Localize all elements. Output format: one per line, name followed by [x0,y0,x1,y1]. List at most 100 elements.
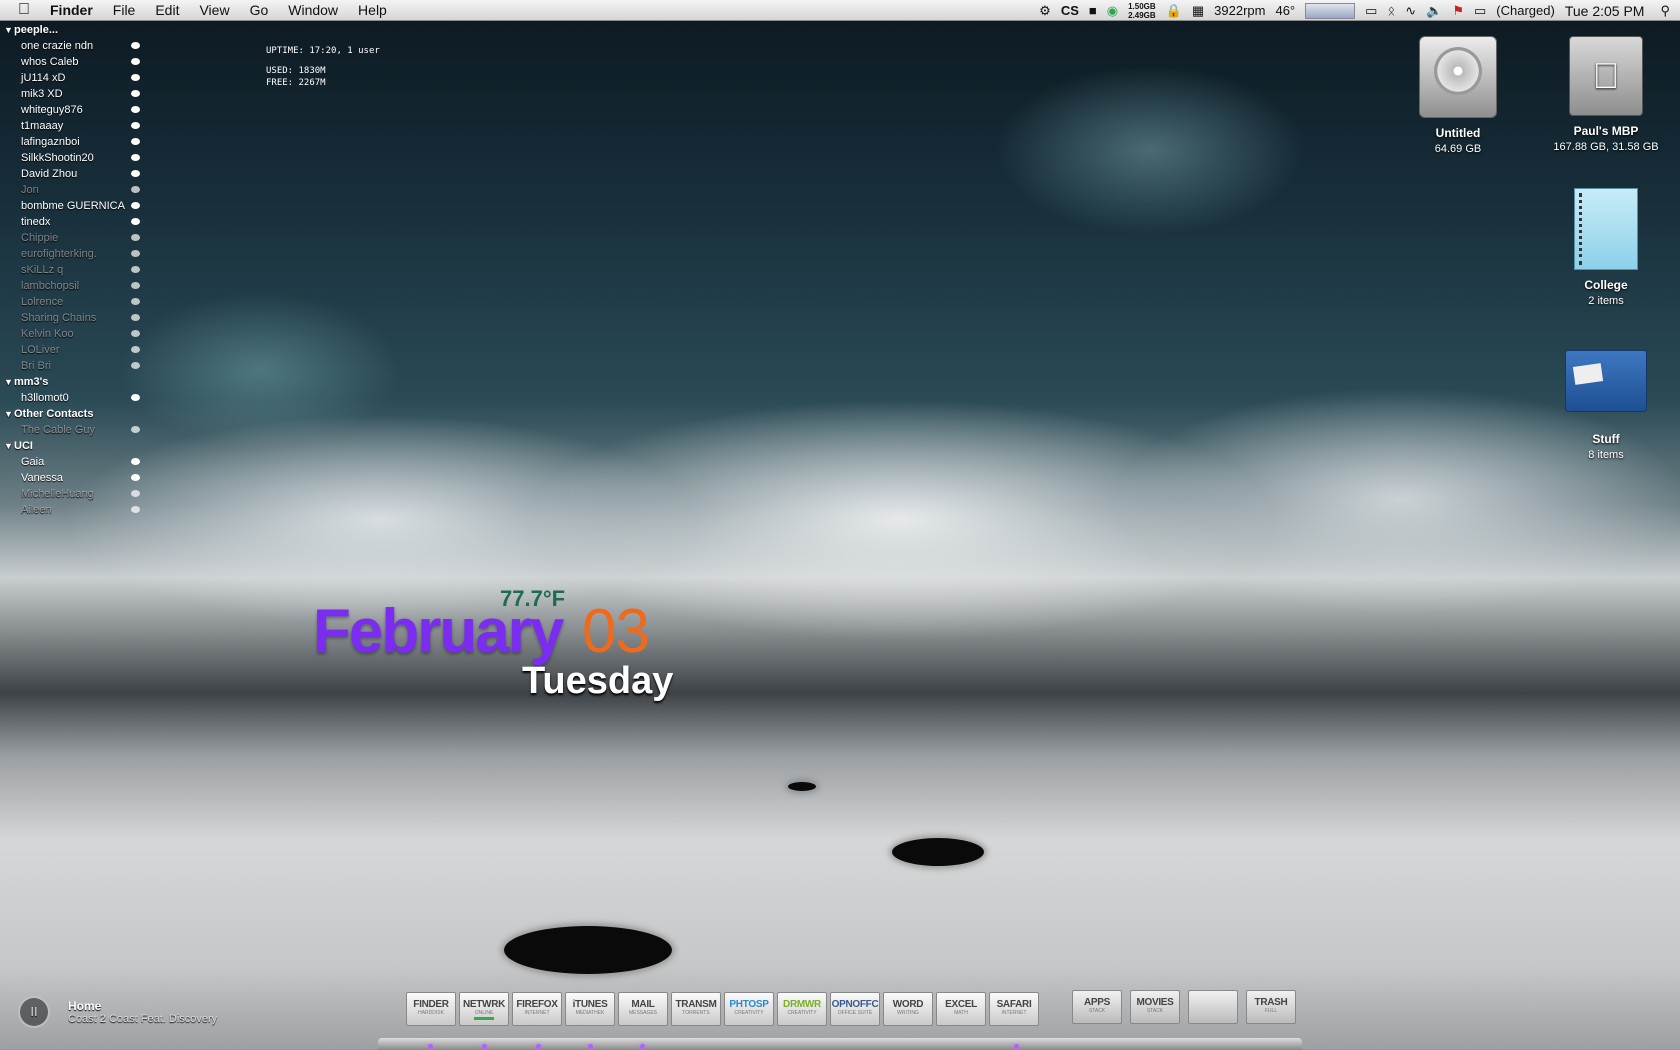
dock-item[interactable]: FINDER HARDDISK [406,992,456,1026]
disclosure-triangle-icon[interactable]: ▼ [4,374,14,390]
buddy-item[interactable]: h3llomot0 [4,390,140,406]
dock-item[interactable]: TRANSM TORRENTS [671,992,721,1026]
cpu-graph[interactable] [1305,2,1356,19]
flag-icon[interactable]: ⚑ [1452,3,1464,19]
buddy-group-header[interactable]: ▼Other Contacts [4,406,140,422]
dock-item-label: WORD [892,999,924,1010]
buddy-item[interactable]: Lolrence [4,294,140,310]
buddy-item[interactable]: Bri Bri [4,358,140,374]
dock-item[interactable]: SAFARI INTERNET [989,992,1039,1026]
buddy-group-header[interactable]: ▼UCI [4,438,140,454]
dock-stack-item[interactable]: TRASH FULL [1246,990,1296,1024]
buddy-group-header[interactable]: ▼peeple... [4,22,140,38]
buddy-item[interactable]: David Zhou [4,166,140,182]
buddy-item[interactable]: bombme GUERNICA [4,198,140,214]
dock-item[interactable]: iTUNES MEDIATHEK [565,992,615,1026]
buddy-group-header[interactable]: ▼mm3's [4,374,140,390]
buddy-name: MichelleHuang [21,488,94,500]
buddy-item[interactable]: Gaia [4,454,140,470]
buddy-item[interactable]: mik3 XD [4,86,140,102]
dock-item[interactable]: WORD WRITING [883,992,933,1026]
buddy-item[interactable]: Aileen [4,502,140,518]
buddy-item[interactable]: LOLiver [4,342,140,358]
buddy-item[interactable]: tinedx [4,214,140,230]
status-menus: ⚙ CS ■ ◉ 1.50GB 2.49GB 🔒 ▦ 3922rpm 46° ▭ … [1039,0,1670,21]
buddy-item[interactable]: eurofighterking. [4,246,140,262]
disclosure-triangle-icon[interactable]: ▼ [4,438,14,454]
dock-stack-item[interactable]: APPS STACK [1072,990,1122,1024]
buddy-item[interactable]: jU114 xD [4,70,140,86]
fan-readout[interactable]: 3922rpm [1214,3,1265,18]
dock-stack-item[interactable] [1188,990,1238,1024]
gamepad-icon[interactable]: ■ [1089,3,1097,18]
menu-app-name[interactable]: Finder [50,2,93,18]
buddy-item[interactable]: Vanessa [4,470,140,486]
menu-view[interactable]: View [199,2,229,18]
status-bubble-icon [131,362,140,369]
buddy-item[interactable]: Sharing Chains [4,310,140,326]
dock-item[interactable]: PHTOSP CREATIVITY [724,992,774,1026]
dock-item[interactable]: FIREFOX INTERNET [512,992,562,1026]
battery-icon[interactable]: ▭ [1474,3,1486,19]
buddy-item[interactable]: lambchopsil [4,278,140,294]
display-icon[interactable]: ▭ [1365,3,1377,19]
disclosure-triangle-icon[interactable]: ▼ [4,22,14,38]
desktop-icon-untitled[interactable]: Untitled 64.69 GB [1378,36,1538,155]
dock-item-sublabel: MATH [954,1010,968,1016]
lock-icon[interactable]: 🔒 [1166,3,1182,19]
status-bubble-icon [131,186,140,193]
track-title: Home [68,999,102,1013]
menu-edit[interactable]: Edit [155,2,179,18]
buddy-item[interactable]: The Cable Guy [4,422,140,438]
dock-item-sublabel: FULL [1264,1008,1278,1014]
status-circle-icon[interactable]: ◉ [1107,3,1118,19]
dock-item[interactable]: DRMWR CREATIVITY [777,992,827,1026]
date-day: 03 [582,597,650,666]
dock-item[interactable]: NETWRK ONLINE [459,992,509,1026]
menu-go[interactable]: Go [250,2,269,18]
pause-button[interactable]: II [18,996,50,1028]
buddy-item[interactable]: t1maaay [4,118,140,134]
battery-status[interactable]: (Charged) [1496,3,1555,18]
dock-stack-item[interactable]: MOVIES STACK [1130,990,1180,1024]
buddy-item[interactable]: MichelleHuang [4,486,140,502]
spotlight-icon[interactable]: ⚲ [1660,3,1670,19]
apple-menu-icon[interactable]:  [18,2,36,18]
disclosure-triangle-icon[interactable]: ▼ [4,406,14,422]
buddy-item[interactable]: one crazie ndn [4,38,140,54]
desktop-icon-stuff[interactable]: Stuff 8 items [1526,340,1680,461]
bluetooth-icon[interactable]: ᛟ [1387,3,1395,18]
temperature-readout[interactable]: 46° [1275,3,1295,18]
status-bubble-icon [131,170,140,177]
desktop-icon-college[interactable]: College 2 items [1526,188,1680,307]
menu-window[interactable]: Window [288,2,338,18]
buddy-item[interactable]: Kelvin Koo [4,326,140,342]
buddy-item[interactable]: sKiLLz q [4,262,140,278]
memory-readout[interactable]: 1.50GB 2.49GB [1128,2,1156,20]
buddy-name: Chippie [21,232,59,244]
buddy-name: mik3 XD [21,88,63,100]
buddy-name: sKiLLz q [21,264,64,276]
buddy-item[interactable]: lafingaznboi [4,134,140,150]
menu-help[interactable]: Help [358,2,387,18]
menu-clock[interactable]: Tue 2:05 PM [1565,3,1645,19]
volume-icon[interactable]: 🔈 [1426,3,1442,19]
dock-item[interactable]: OPNOFFC OFFICE SUITE [830,992,880,1026]
dock-item-label: MAIL [631,999,655,1010]
spaces-icon[interactable]: ▦ [1192,3,1204,19]
cs-icon[interactable]: CS [1061,3,1079,18]
buddy-item[interactable]: Jon [4,182,140,198]
desktop-icon-pauls-mbp[interactable]:  Paul's MBP 167.88 GB, 31.58 GB [1526,36,1680,153]
menu-file[interactable]: File [113,2,136,18]
buddy-item[interactable]: whiteguy876 [4,102,140,118]
robot-icon[interactable]: ⚙ [1039,3,1051,19]
dock-item[interactable]: MAIL MESSAGES [618,992,668,1026]
buddy-item[interactable]: whos Caleb [4,54,140,70]
buddy-item[interactable]: SilkkShootin20 [4,150,140,166]
buddy-item[interactable]: Chippie [4,230,140,246]
status-bubble-icon [131,458,140,465]
dock-item[interactable]: EXCEL MATH [936,992,986,1026]
notebook-icon [1574,188,1638,270]
wifi-icon[interactable]: ∿ [1405,3,1416,19]
snow-hole [504,926,672,974]
